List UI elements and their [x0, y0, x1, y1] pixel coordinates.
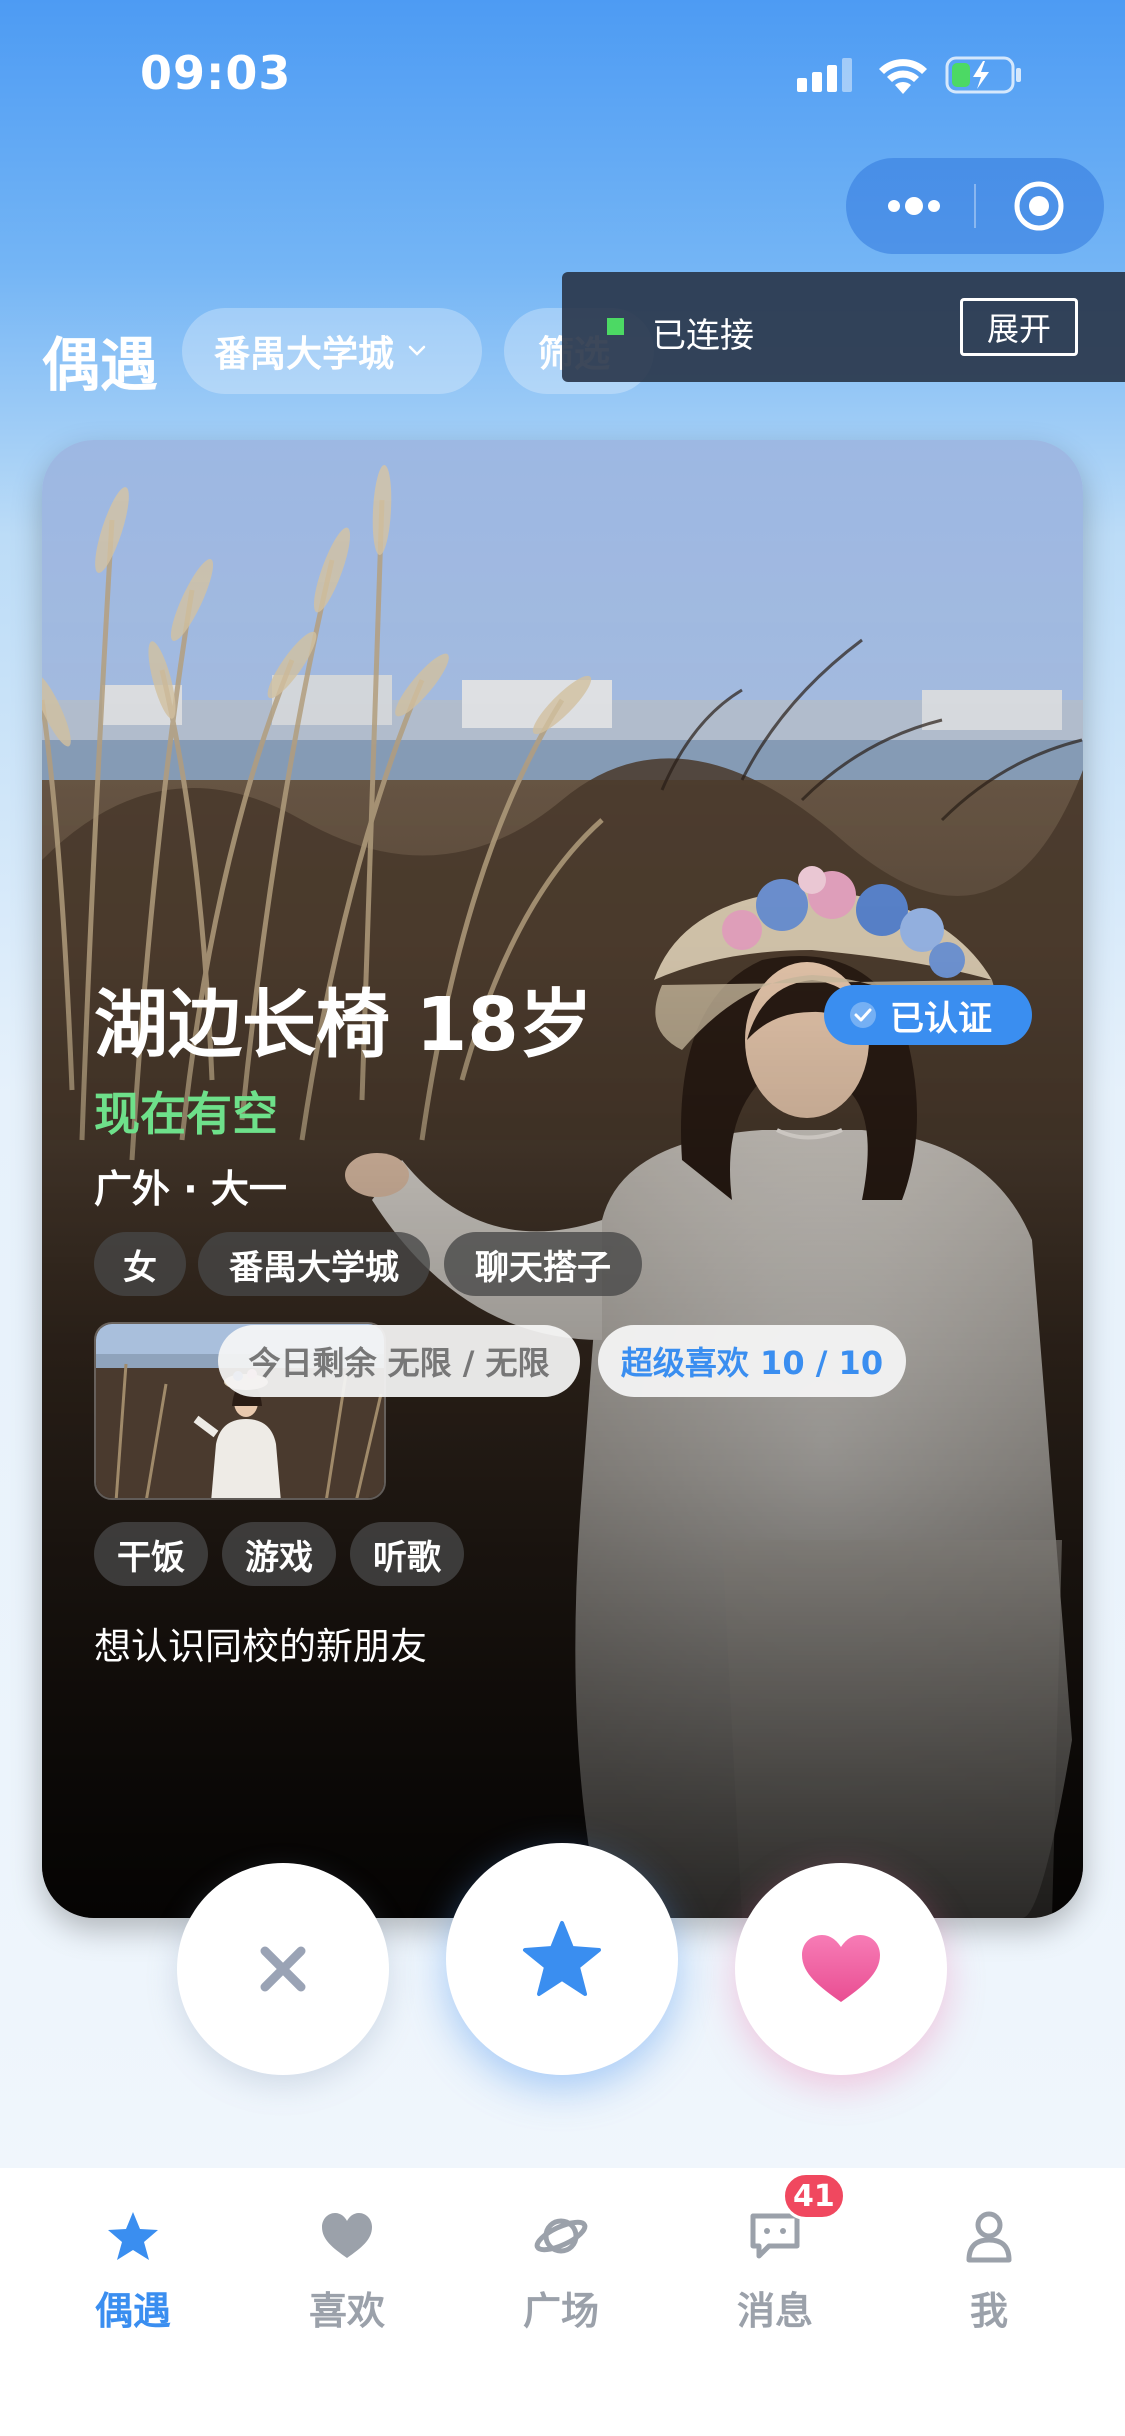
interest-tag: 游戏	[222, 1522, 336, 1586]
tab-encounter[interactable]: 偶遇	[58, 2208, 208, 2348]
tag-purpose: 聊天搭子	[444, 1232, 642, 1296]
close-icon	[260, 1946, 306, 1992]
close-mini-program-icon[interactable]	[1013, 180, 1065, 232]
tab-label: 广场	[522, 2289, 599, 2333]
tab-label: 我	[969, 2289, 1008, 2333]
super-like-quota-pill: 超级喜欢 10 / 10	[598, 1325, 906, 1397]
like-button[interactable]	[735, 1863, 947, 2075]
location-label: 番禺大学城	[214, 334, 395, 375]
star-icon	[108, 2212, 158, 2260]
capsule-divider	[974, 184, 976, 228]
status-bar: 09:03	[0, 0, 1125, 150]
star-icon	[523, 1921, 601, 1996]
tab-label: 偶遇	[94, 2289, 171, 2333]
verified-badge: 已认证	[824, 985, 1032, 1045]
check-circle-icon	[850, 1002, 876, 1028]
tab-label: 消息	[736, 2289, 813, 2333]
profile-bio: 想认识同校的新朋友	[94, 1625, 427, 1668]
wifi-icon	[879, 59, 927, 94]
heart-icon	[802, 1935, 880, 2002]
chevron-down-icon	[408, 345, 426, 356]
user-icon	[966, 2211, 1012, 2263]
planet-icon	[534, 2218, 588, 2254]
tab-me[interactable]: 我	[914, 2208, 1064, 2348]
profile-name-age: 湖边长椅 18岁	[94, 982, 593, 1068]
tag-location: 番禺大学城	[198, 1232, 430, 1296]
location-selector[interactable]: 番禺大学城	[182, 308, 482, 394]
tab-label: 喜欢	[308, 2289, 385, 2333]
signal-icon	[797, 58, 852, 92]
pass-button[interactable]	[177, 1863, 389, 2075]
status-time: 09:03	[140, 46, 292, 100]
connection-status-text: 已连接	[652, 316, 754, 356]
daily-quota-pill: 今日剩余 无限 / 无限	[218, 1325, 580, 1397]
unread-badge: 41	[782, 2172, 846, 2220]
bottom-tab-bar: 偶遇 喜欢 广场 41 消息 我	[0, 2168, 1125, 2436]
connection-status-dot	[607, 318, 624, 335]
page-title: 偶遇	[42, 331, 159, 399]
school-grade: 广外 · 大一	[94, 1167, 287, 1211]
tag-gender: 女	[94, 1232, 186, 1296]
super-like-button[interactable]	[446, 1843, 678, 2075]
mini-program-capsule	[846, 158, 1104, 254]
tab-messages[interactable]: 41 消息	[700, 2172, 850, 2348]
heart-icon	[322, 2213, 372, 2258]
expand-button[interactable]: 展开	[960, 298, 1078, 356]
availability-status: 现在有空	[94, 1087, 278, 1141]
interest-tag: 听歌	[350, 1522, 464, 1586]
interest-tag: 干饭	[94, 1522, 208, 1586]
verified-label: 已认证	[890, 998, 992, 1039]
tab-likes[interactable]: 喜欢	[272, 2208, 422, 2348]
battery-icon	[945, 56, 1021, 94]
profile-card[interactable]: 湖边长椅 18岁 已认证 现在有空 广外 · 大一 女 番禺大学城 聊天搭子 干…	[42, 440, 1083, 1918]
more-icon[interactable]	[884, 192, 944, 220]
tab-plaza[interactable]: 广场	[486, 2208, 636, 2348]
debug-connection-banner: 已连接 展开	[562, 272, 1125, 382]
